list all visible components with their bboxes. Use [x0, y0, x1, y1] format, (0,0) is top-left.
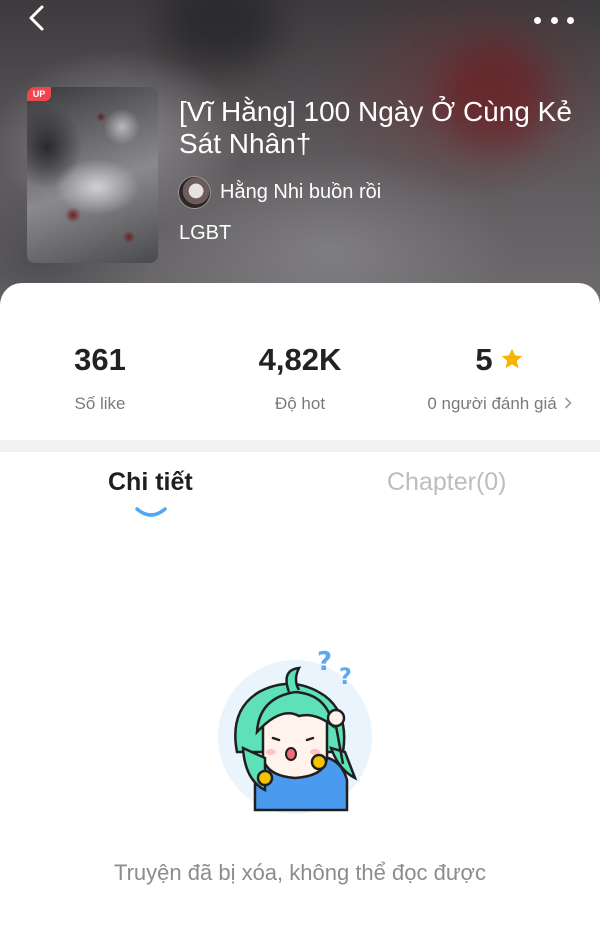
hot-label: Độ hot [274, 394, 326, 413]
author-row[interactable]: Hằng Nhi buồn rồi [178, 175, 381, 209]
chevron-right-icon [564, 397, 572, 409]
tab-chapters[interactable]: Chapter(0) [387, 468, 507, 497]
background-blur-shadow [160, 0, 280, 70]
likes-count: 361 [74, 342, 126, 377]
empty-state-message: Truyện đã bị xóa, không thể đọc được [113, 860, 486, 885]
stat-likes: 361 Số like [0, 340, 200, 414]
stat-rating[interactable]: 5 0 người đánh giá [400, 340, 600, 414]
rating-value-row: 5 [400, 340, 600, 380]
story-title: [Vĩ Hằng] 100 Ngày Ở Cùng Kẻ Sát Nhân† [179, 96, 572, 159]
update-badge: UP [27, 87, 51, 101]
author-name[interactable]: Hằng Nhi buồn rồi [220, 181, 381, 204]
chevron-left-icon [29, 5, 44, 31]
star-icon [501, 348, 522, 369]
stats-row: 361 Số like 4,82K Độ hot 5 0 người đánh … [0, 340, 600, 420]
svg-text:?: ? [339, 665, 352, 690]
more-options-button[interactable] [534, 10, 574, 30]
story-cover-image[interactable]: UP [27, 87, 158, 263]
back-button[interactable] [22, 4, 52, 34]
stat-hot: 4,82K Độ hot [200, 340, 400, 414]
more-dot [550, 16, 558, 24]
tab-details[interactable]: Chi tiết [108, 468, 193, 497]
rating-count-link[interactable]: 0 người đánh giá [400, 394, 600, 414]
rating-count-label: 0 người đánh giá [427, 394, 557, 413]
story-header-background: UP [Vĩ Hằng] 100 Ngày Ở Cùng Kẻ Sát Nhân… [0, 0, 600, 310]
section-divider [0, 440, 600, 452]
more-dots-icon [534, 16, 541, 24]
likes-label: Số like [74, 394, 126, 413]
more-dot [567, 16, 574, 24]
svg-text:?: ? [317, 647, 332, 677]
confused-character-illustration: ? ? [218, 647, 372, 814]
active-tab-indicator [135, 507, 167, 517]
genre-tag[interactable]: LGBT [179, 222, 231, 245]
hot-count: 4,82K [258, 342, 342, 377]
author-avatar[interactable] [178, 175, 211, 209]
rating-score: 5 [475, 342, 493, 377]
